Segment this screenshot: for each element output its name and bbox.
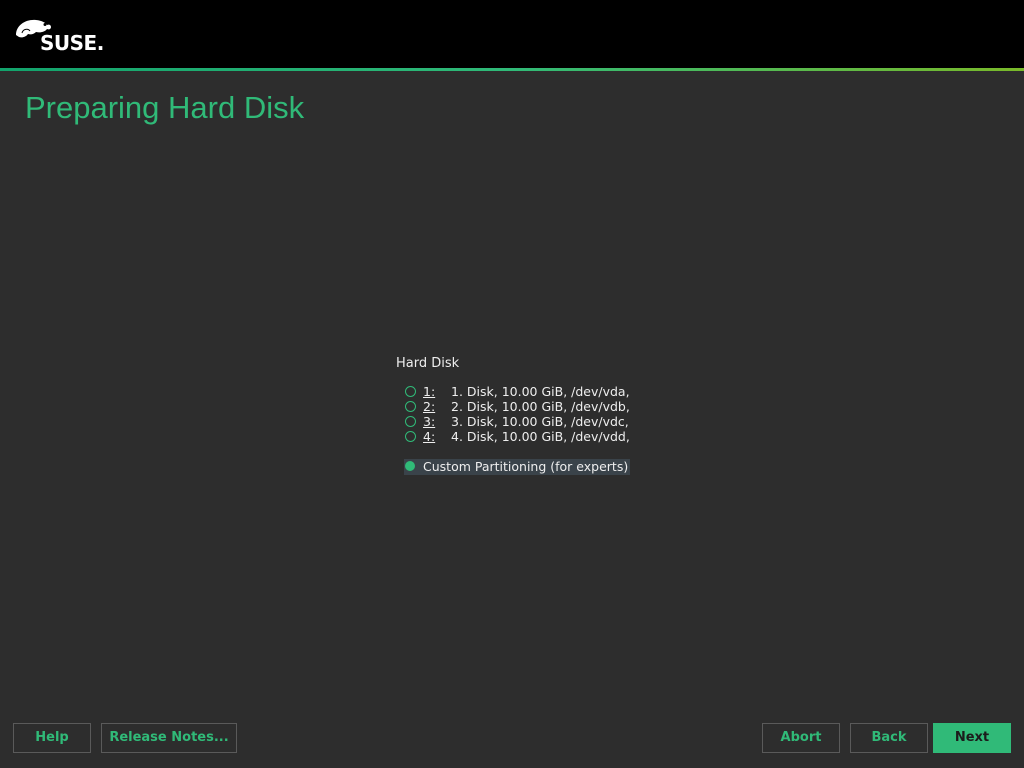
suse-logo: SUSE. bbox=[14, 17, 104, 55]
help-button[interactable]: Help bbox=[13, 723, 91, 753]
hard-disk-group: Hard Disk 1: 1. Disk, 10.00 GiB, /dev/vda… bbox=[396, 356, 636, 444]
header-accent-line bbox=[0, 68, 1024, 71]
disk-option-shortcut: 4: bbox=[423, 429, 436, 444]
custom-partitioning-option[interactable]: Custom Partitioning (for experts) bbox=[404, 459, 631, 475]
abort-button[interactable]: Abort bbox=[762, 723, 840, 753]
disk-option-label: 2. Disk, 10.00 GiB, /dev/vdb, bbox=[451, 399, 630, 414]
custom-partitioning-label: Custom Partitioning (for experts) bbox=[423, 459, 629, 474]
disk-option-shortcut: 2: bbox=[423, 399, 436, 414]
radio-icon[interactable] bbox=[405, 401, 416, 412]
radio-checked-icon[interactable] bbox=[405, 461, 415, 471]
disk-option-3[interactable]: 3: 3. Disk, 10.00 GiB, /dev/vdc, bbox=[396, 414, 636, 429]
disk-option-shortcut: 3: bbox=[423, 414, 436, 429]
radio-icon[interactable] bbox=[405, 416, 416, 427]
logo-text: SUSE. bbox=[40, 31, 104, 55]
page-title: Preparing Hard Disk bbox=[25, 90, 305, 125]
disk-option-label: 4. Disk, 10.00 GiB, /dev/vdd, bbox=[451, 429, 630, 444]
disk-option-label: 1. Disk, 10.00 GiB, /dev/vda, bbox=[451, 384, 630, 399]
back-button[interactable]: Back bbox=[850, 723, 928, 753]
header-bar: SUSE. bbox=[0, 0, 1024, 68]
installer-window: SUSE. Preparing Hard Disk Hard Disk 1: 1.… bbox=[0, 0, 1024, 768]
disk-option-2[interactable]: 2: 2. Disk, 10.00 GiB, /dev/vdb, bbox=[396, 399, 636, 414]
hard-disk-label: Hard Disk bbox=[396, 356, 460, 371]
disk-option-label: 3. Disk, 10.00 GiB, /dev/vdc, bbox=[451, 414, 629, 429]
disk-option-shortcut: 1: bbox=[423, 384, 436, 399]
radio-icon[interactable] bbox=[405, 431, 416, 442]
release-notes-button[interactable]: Release Notes... bbox=[101, 723, 237, 753]
disk-option-4[interactable]: 4: 4. Disk, 10.00 GiB, /dev/vdd, bbox=[396, 429, 636, 444]
radio-icon[interactable] bbox=[405, 386, 416, 397]
disk-option-1[interactable]: 1: 1. Disk, 10.00 GiB, /dev/vda, bbox=[396, 384, 636, 399]
next-button[interactable]: Next bbox=[933, 723, 1011, 753]
